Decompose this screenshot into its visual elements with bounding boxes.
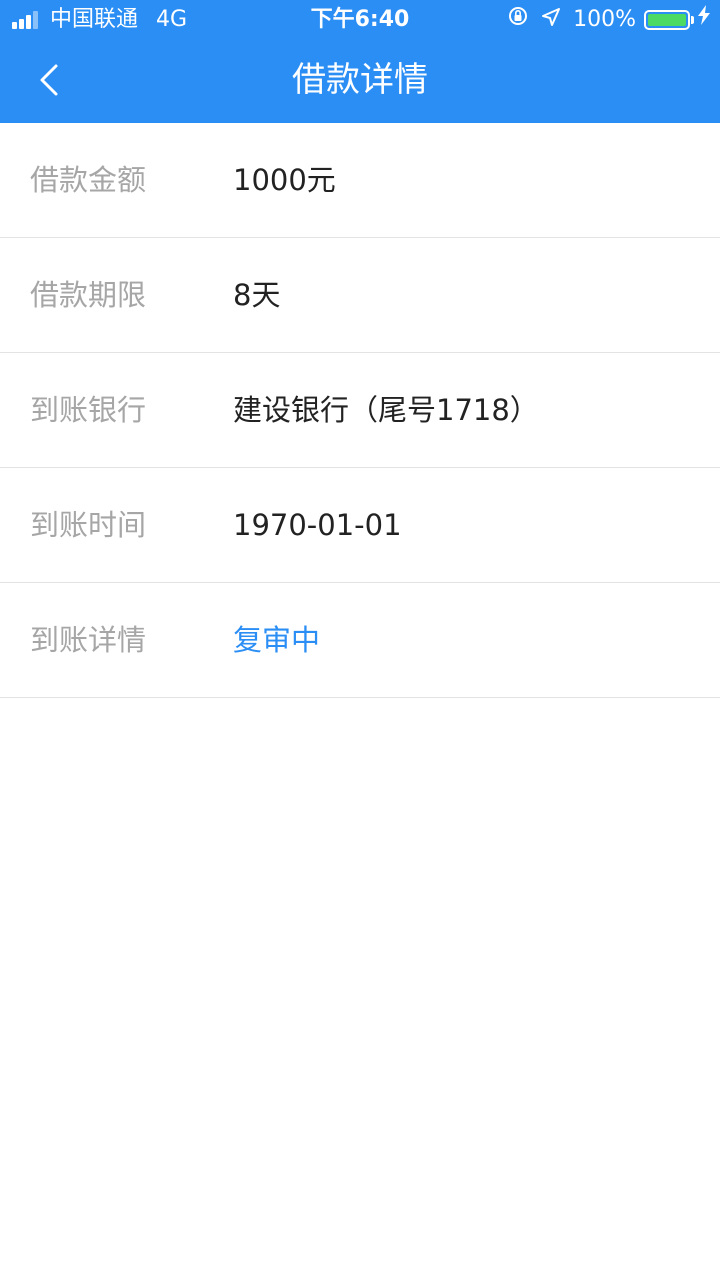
loan-detail-list: 借款金额 1000元 借款期限 8天 到账银行 建设银行（尾号1718） 到账时…	[0, 123, 720, 698]
battery-percent: 100%	[573, 7, 636, 32]
receiving-bank-value: 建设银行（尾号1718）	[233, 393, 539, 427]
loan-term-label: 借款期限	[30, 278, 147, 312]
detail-row-term: 借款期限 8天	[0, 238, 720, 353]
detail-row-bank: 到账银行 建设银行（尾号1718）	[0, 353, 720, 468]
battery-level	[648, 14, 686, 26]
review-status-link[interactable]: 复审中	[233, 583, 320, 697]
detail-row-time: 到账时间 1970-01-01	[0, 468, 720, 583]
header: 中国联通 4G 下午6:40 100% 借款详情	[0, 0, 720, 123]
detail-row-amount: 借款金额 1000元	[0, 123, 720, 238]
arrival-details-label: 到账详情	[30, 623, 147, 657]
loan-amount-label: 借款金额	[30, 163, 147, 197]
loan-amount-value: 1000元	[233, 163, 336, 197]
orientation-lock-icon	[507, 0, 529, 40]
page-title: 借款详情	[292, 60, 428, 100]
charging-bolt-icon	[698, 0, 710, 40]
arrival-time-value: 1970-01-01	[233, 508, 402, 542]
receiving-bank-label: 到账银行	[30, 393, 147, 427]
arrival-time-label: 到账时间	[30, 508, 147, 542]
back-chevron-icon	[40, 64, 58, 96]
detail-row-status[interactable]: 到账详情 复审中	[0, 583, 720, 698]
battery-icon	[644, 10, 694, 30]
status-right: 100%	[507, 0, 710, 40]
status-bar: 中国联通 4G 下午6:40 100%	[0, 0, 720, 40]
nav-bar: 借款详情	[0, 40, 720, 123]
back-button[interactable]	[28, 58, 72, 102]
location-arrow-icon	[541, 0, 561, 40]
loan-term-value: 8天	[233, 278, 281, 312]
